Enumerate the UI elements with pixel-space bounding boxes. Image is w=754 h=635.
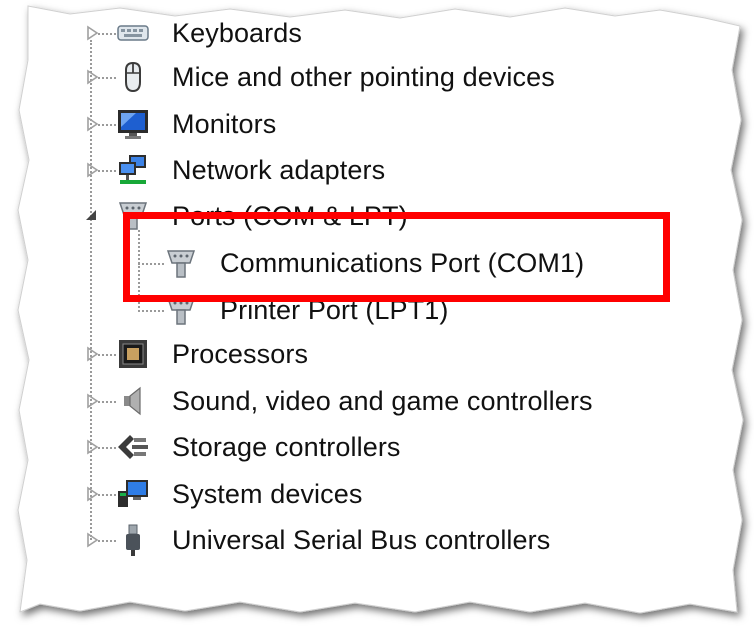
tree-item-mice[interactable]: Mice and other pointing devices — [80, 54, 620, 100]
network-adapter-icon — [119, 155, 146, 184]
speaker-icon — [124, 386, 141, 416]
tree-connector-line — [98, 540, 116, 542]
tree-item-system-devices[interactable]: System devices — [80, 471, 500, 517]
tree-item-network-adapters[interactable]: Network adapters — [80, 147, 500, 193]
usb-plug-icon — [126, 524, 140, 556]
tree-item-label: Universal Serial Bus controllers — [172, 525, 551, 555]
tree-item-storage-controllers[interactable]: Storage controllers — [80, 424, 500, 470]
tree-connector-line — [98, 401, 116, 403]
tree-item-usb-controllers[interactable]: Universal Serial Bus controllers — [80, 517, 640, 563]
tree-item-sound[interactable]: Sound, video and game controllers — [80, 378, 670, 424]
tree-item-label: Network adapters — [172, 155, 386, 185]
collapse-arrow-icon[interactable] — [84, 207, 98, 223]
highlight-annotation-box — [123, 212, 670, 302]
mouse-icon — [125, 61, 141, 93]
tree-item-label: Storage controllers — [172, 432, 401, 462]
tree-connector-line — [98, 33, 116, 35]
screenshot-stage: Keyboards Mice and other pointing device… — [0, 0, 754, 635]
tree-connector-line — [98, 447, 116, 449]
processor-icon — [119, 340, 147, 368]
tree-connector-line — [98, 354, 116, 356]
storage-controller-icon — [118, 435, 148, 459]
tree-connector-line — [98, 77, 116, 79]
tree-connector-line — [98, 494, 116, 496]
tree-connector-line — [98, 170, 116, 172]
tree-item-keyboards[interactable]: Keyboards — [80, 10, 500, 56]
tree-item-label: Monitors — [172, 109, 277, 139]
tree-item-label: Processors — [172, 339, 309, 369]
system-devices-icon — [118, 480, 148, 507]
tree-connector-line — [138, 310, 164, 312]
tree-item-label: Mice and other pointing devices — [172, 62, 555, 92]
tree-item-label: Keyboards — [172, 18, 302, 48]
tree-connector-line — [98, 124, 116, 126]
keyboard-icon — [117, 25, 149, 41]
tree-item-label: Sound, video and game controllers — [172, 386, 593, 416]
tree-item-processors[interactable]: Processors — [80, 331, 500, 377]
device-manager-tree: Keyboards Mice and other pointing device… — [0, 0, 754, 635]
tree-item-label: System devices — [172, 479, 363, 509]
tree-item-monitors[interactable]: Monitors — [80, 101, 500, 147]
monitor-icon — [118, 110, 148, 139]
